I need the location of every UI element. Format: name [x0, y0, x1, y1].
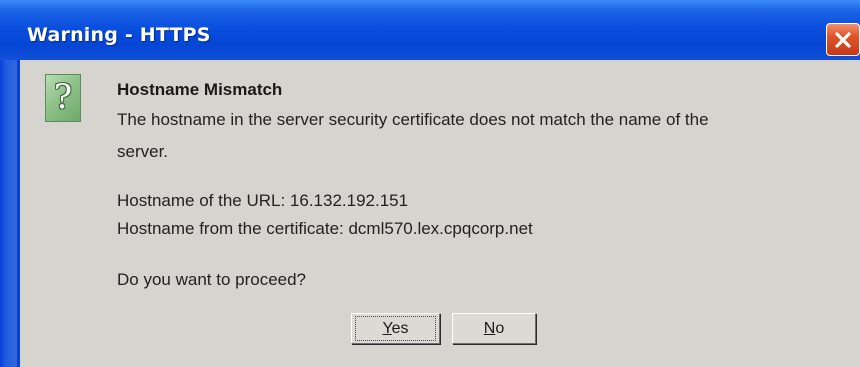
dialog-content — [20, 60, 860, 367]
no-label-rest: o — [495, 319, 505, 337]
close-icon — [835, 32, 851, 48]
close-button[interactable] — [826, 23, 860, 56]
certificate-hostname-text: Hostname from the certificate: dcml570.l… — [117, 219, 533, 238]
yes-mnemonic: Y — [382, 319, 392, 337]
url-hostname-text: Hostname of the URL: 16.132.192.151 — [117, 191, 409, 210]
message-line-2: server. — [117, 142, 169, 161]
yes-label-rest: es — [391, 319, 409, 337]
no-button-label: No — [484, 320, 504, 337]
yes-button-label: Yes — [382, 320, 408, 337]
no-button[interactable]: No — [452, 313, 536, 344]
dialog-window: Warning - HTTPS ? Hostname Mismatch The … — [0, 0, 860, 367]
no-mnemonic: N — [483, 319, 496, 337]
message-line-1: The hostname in the server security cert… — [117, 110, 709, 129]
message-heading: Hostname Mismatch — [117, 80, 283, 99]
title-bar[interactable]: Warning - HTTPS — [0, 0, 860, 60]
question-icon: ? — [45, 74, 81, 122]
proceed-question: Do you want to proceed? — [117, 270, 307, 289]
yes-button[interactable]: Yes — [351, 313, 440, 344]
window-title: Warning - HTTPS — [27, 24, 211, 46]
